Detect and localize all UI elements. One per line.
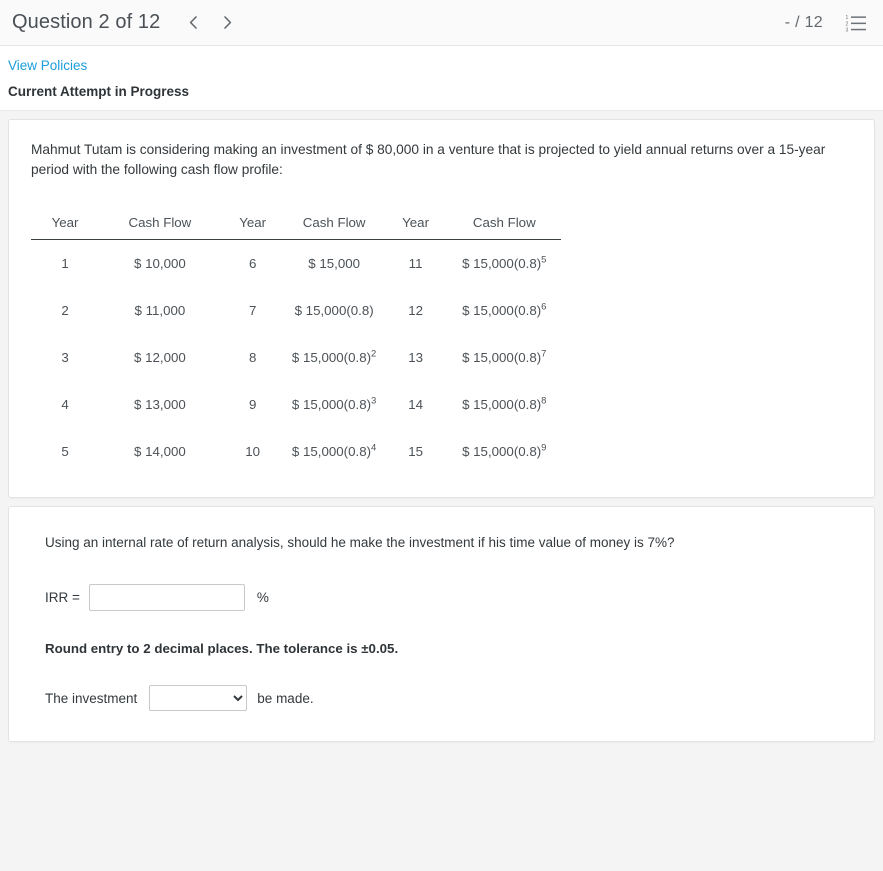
- svg-text:2: 2: [846, 21, 849, 27]
- page-title: Question 2 of 12: [12, 11, 161, 33]
- irr-input[interactable]: [88, 584, 245, 611]
- column-header-year-3: Year: [383, 209, 448, 240]
- tolerance-note: Round entry to 2 decimal places. The tol…: [45, 641, 399, 656]
- cell-year-2: 9: [248, 397, 257, 412]
- question-card: Mahmut Tutam is considering making an in…: [8, 119, 875, 498]
- irr-label: IRR =: [45, 590, 80, 605]
- view-policies-link[interactable]: View Policies: [8, 57, 87, 75]
- answer-card-body: Using an internal rate of return analysi…: [9, 507, 874, 741]
- cell-year-2: 6: [248, 256, 257, 271]
- cell-cashflow-1: $ 11,000: [134, 303, 186, 318]
- cell-cashflow-3: $ 15,000(0.8)6: [462, 301, 547, 318]
- percent-label: %: [256, 590, 269, 605]
- svg-text:3: 3: [846, 27, 849, 33]
- irr-row: IRR = %: [31, 584, 852, 611]
- cell-cashflow-1: $ 12,000: [134, 350, 186, 365]
- cell-year-1: 4: [61, 397, 69, 412]
- cash-flow-table: Year Cash Flow Year Cash Flow Year Cash …: [31, 209, 561, 475]
- investment-suffix-label: be made.: [257, 690, 314, 706]
- investment-decision-select[interactable]: shouldshould not: [149, 685, 248, 711]
- cell-cashflow-2: $ 15,000(0.8)3: [291, 395, 377, 412]
- answer-prompt: Using an internal rate of return analysi…: [45, 535, 675, 550]
- table-row: 4 $ 13,000 9 $ 15,000(0.8)3 14 $ 15,000(0.8)8: [31, 381, 561, 428]
- previous-question-button[interactable]: [176, 6, 210, 40]
- cell-cashflow-3: $ 15,000(0.8)9: [462, 442, 547, 459]
- cell-year-1: 1: [61, 256, 69, 271]
- column-header-year-1: Year: [31, 209, 100, 240]
- score-display: - / 12: [784, 13, 823, 31]
- question-card-body: Mahmut Tutam is considering making an in…: [9, 120, 874, 497]
- cell-year-3: 13: [408, 350, 423, 365]
- column-header-cashflow-3: Cash Flow: [447, 209, 561, 240]
- subheader: View Policies Current Attempt in Progres…: [0, 46, 883, 111]
- cell-cashflow-3: $ 15,000(0.8)7: [462, 348, 547, 365]
- cell-cashflow-2: $ 15,000(0.8)2: [291, 348, 377, 365]
- question-prompt: Mahmut Tutam is considering making an in…: [31, 142, 826, 177]
- answer-card: Using an internal rate of return analysi…: [8, 506, 875, 742]
- cell-year-2: 7: [248, 303, 257, 318]
- question-header: Question 2 of 12 - / 12 1 2 3: [0, 0, 883, 46]
- cell-year-3: 11: [408, 256, 423, 271]
- chevron-right-icon: [221, 15, 234, 30]
- cell-year-1: 5: [61, 444, 69, 459]
- investment-prefix-label: The investment: [45, 690, 138, 706]
- cell-year-2: 8: [248, 350, 257, 365]
- cell-year-1: 3: [61, 350, 69, 365]
- svg-text:1: 1: [846, 15, 849, 21]
- attempt-status: Current Attempt in Progress: [8, 84, 190, 99]
- cell-year-2: 10: [245, 444, 261, 459]
- cell-cashflow-3: $ 15,000(0.8)8: [462, 395, 547, 412]
- cell-cashflow-2: $ 15,000(0.8)4: [291, 442, 377, 459]
- numbered-list-icon[interactable]: 1 2 3: [845, 12, 867, 34]
- next-question-button[interactable]: [210, 6, 244, 40]
- investment-row: The investment shouldshould not be made.: [31, 685, 852, 711]
- column-header-cashflow-2: Cash Flow: [284, 209, 384, 240]
- table-row: 2 $ 11,000 7 $ 15,000(0.8) 12 $ 15,000(0.8)6: [31, 287, 561, 334]
- table-row: 1 $ 10,000 6 $ 15,000 11 $ 15,000(0.8)5: [31, 240, 561, 288]
- chevron-left-icon: [187, 15, 200, 30]
- column-header-cashflow-1: Cash Flow: [99, 209, 221, 240]
- question-nav: [176, 6, 244, 40]
- table-row: 5 $ 14,000 10 $ 15,000(0.8)4 15 $ 15,000(0.8)…: [31, 428, 561, 475]
- cell-year-3: 14: [408, 397, 423, 412]
- cell-cashflow-3: $ 15,000(0.8)5: [462, 254, 547, 271]
- cell-cashflow-1: $ 10,000: [134, 256, 186, 271]
- question-card-wrapper: Mahmut Tutam is considering making an in…: [0, 111, 883, 498]
- cash-flow-table-body: 1 $ 10,000 6 $ 15,000 11 $ 15,000(0.8)5 2 $ 11,…: [31, 240, 561, 476]
- cell-cashflow-1: $ 13,000: [134, 397, 186, 412]
- column-header-year-2: Year: [220, 209, 285, 240]
- table-header-row: Year Cash Flow Year Cash Flow Year Cash …: [31, 209, 561, 240]
- cell-year-3: 12: [408, 303, 423, 318]
- cell-cashflow-1: $ 14,000: [134, 444, 186, 459]
- cell-cashflow-2: $ 15,000(0.8): [294, 303, 374, 318]
- cell-year-1: 2: [61, 303, 69, 318]
- cell-cashflow-2: $ 15,000: [308, 256, 361, 271]
- answer-card-wrapper: Using an internal rate of return analysi…: [0, 498, 883, 742]
- table-row: 3 $ 12,000 8 $ 15,000(0.8)2 13 $ 15,000(0.8)7: [31, 334, 561, 381]
- cell-year-3: 15: [408, 444, 423, 459]
